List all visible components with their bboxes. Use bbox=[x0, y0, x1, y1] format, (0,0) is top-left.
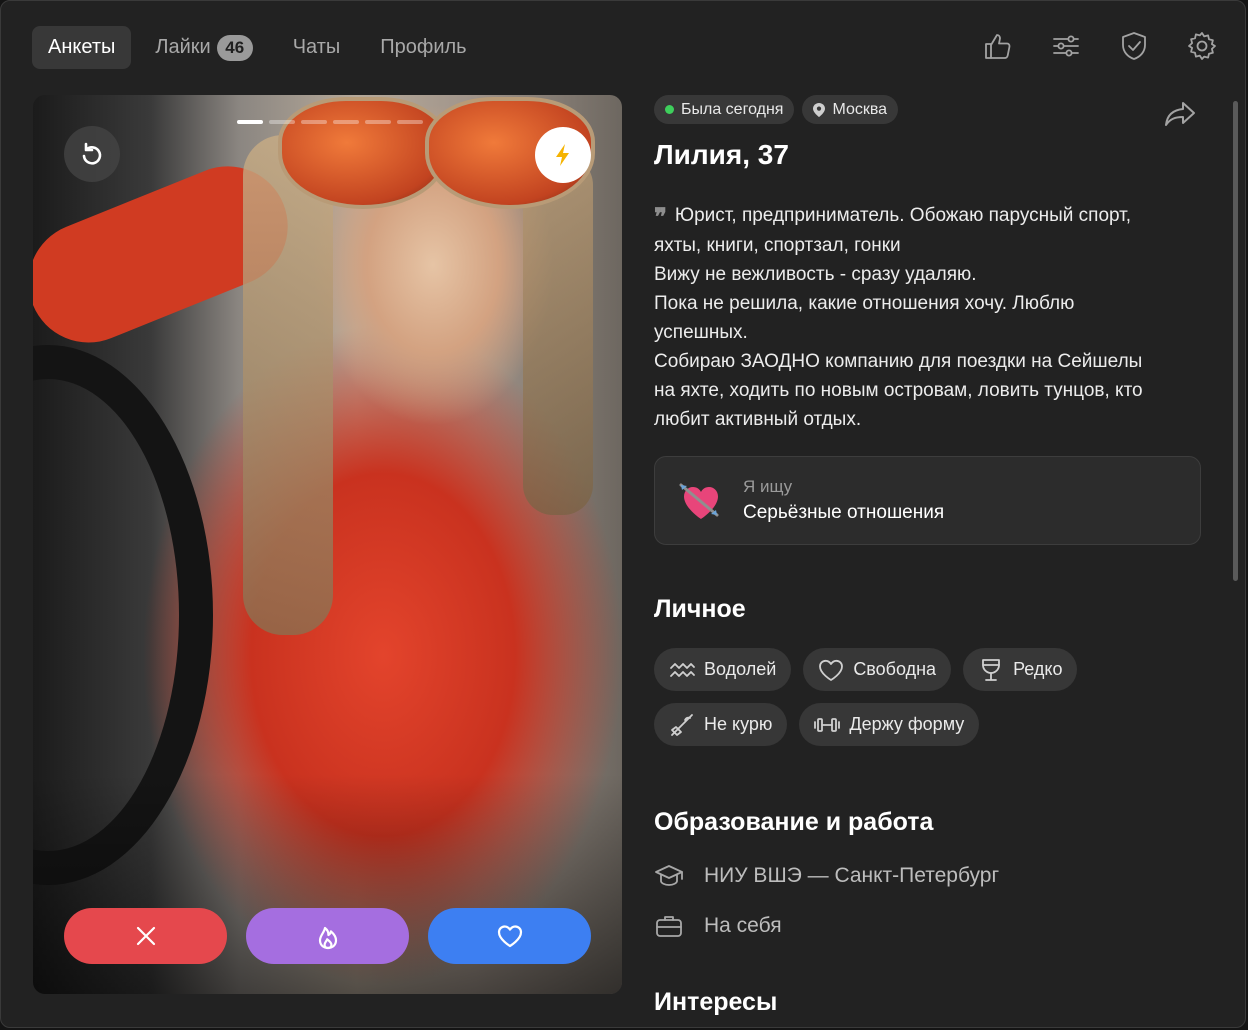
graduation-cap-icon bbox=[655, 865, 683, 886]
tag-zodiac-text: Водолей bbox=[704, 659, 777, 679]
photo-page-dot[interactable] bbox=[269, 120, 295, 124]
close-icon bbox=[136, 926, 155, 946]
flame-icon bbox=[318, 926, 337, 950]
tab-profile[interactable]: Профиль bbox=[364, 26, 482, 69]
top-nav: Анкеты Лайки 46 Чаты Профиль bbox=[32, 26, 483, 69]
undo-button[interactable] bbox=[64, 126, 120, 182]
looking-for-card: Я ищу Серьёзные отношения bbox=[654, 456, 1201, 545]
status-chips: Была сегодня Москва bbox=[654, 95, 1214, 124]
work-text: На себя bbox=[704, 914, 782, 937]
about-line-5: успешных. bbox=[654, 322, 748, 343]
tag-smoking-text: Не курю bbox=[704, 714, 773, 734]
about-line-4: Пока не решила, какие отношения хочу. Лю… bbox=[654, 293, 1075, 314]
wine-glass-icon bbox=[982, 658, 1000, 681]
boost-button[interactable] bbox=[535, 127, 591, 183]
photo-page-dot[interactable] bbox=[237, 120, 263, 124]
super-like-button[interactable] bbox=[246, 908, 409, 964]
photo-sunglass-left bbox=[278, 97, 448, 209]
tag-relationship: Свободна bbox=[803, 648, 952, 691]
heart-icon bbox=[497, 925, 522, 948]
tag-fitness: Держу форму bbox=[799, 703, 980, 746]
about-line-8: любит активный отдых. bbox=[654, 409, 862, 430]
personal-section-title: Личное bbox=[654, 595, 746, 623]
about-line-6: Собираю ЗАОДНО компанию для поездки на С… bbox=[654, 351, 1143, 372]
nav-icon-group bbox=[979, 27, 1221, 65]
heart-outline-icon bbox=[819, 659, 844, 681]
share-button[interactable] bbox=[1163, 99, 1197, 129]
lightning-icon bbox=[556, 144, 569, 166]
education-row: НИУ ВШЭ — Санкт-Петербург bbox=[654, 861, 999, 891]
aquarius-icon bbox=[670, 662, 695, 677]
personal-tags: Водолей Свободна Редко Не курю Держу фор… bbox=[654, 648, 1214, 746]
about-line-1: ❞ Юрист, предприниматель. Обожаю парусный… bbox=[654, 201, 1204, 231]
photo-page-dot[interactable] bbox=[301, 120, 327, 124]
profile-name-age: Лилия, 37 bbox=[654, 139, 789, 170]
about-line-3: Вижу не вежливость - сразу удаляю. bbox=[654, 264, 977, 285]
tag-smoking: Не курю bbox=[654, 703, 788, 746]
photo-pagination bbox=[237, 120, 423, 124]
photo-hair-right bbox=[523, 155, 593, 515]
share-icon bbox=[1165, 102, 1195, 126]
tab-profiles-label: Анкеты bbox=[48, 36, 116, 58]
gear-icon[interactable] bbox=[1183, 27, 1221, 65]
about-text: ❞ Юрист, предприниматель. Обожаю парусный… bbox=[654, 201, 1204, 434]
looking-for-value: Серьёзные отношения bbox=[743, 502, 945, 523]
likes-count-badge: 46 bbox=[216, 34, 253, 61]
tag-zodiac: Водолей bbox=[654, 648, 792, 691]
tab-likes[interactable]: Лайки 46 bbox=[139, 26, 268, 69]
like-button[interactable] bbox=[428, 908, 591, 964]
tag-drinking: Редко bbox=[963, 648, 1078, 691]
online-status-text: Была сегодня bbox=[681, 100, 784, 118]
dislike-button[interactable] bbox=[64, 908, 227, 964]
photo-page-dot[interactable] bbox=[365, 120, 391, 124]
tag-fitness-text: Держу форму bbox=[849, 714, 965, 734]
tab-profiles[interactable]: Анкеты bbox=[32, 26, 132, 69]
online-status-chip: Была сегодня bbox=[654, 95, 795, 124]
dumbbell-icon bbox=[814, 717, 841, 732]
profile-details: Была сегодня Москва bbox=[654, 95, 1214, 124]
tab-likes-label: Лайки bbox=[155, 36, 211, 58]
tab-chats-label: Чаты bbox=[292, 36, 341, 58]
thumbs-up-icon[interactable] bbox=[979, 27, 1017, 65]
filters-icon[interactable] bbox=[1047, 27, 1085, 65]
city-chip: Москва bbox=[802, 95, 899, 124]
education-text: НИУ ВШЭ — Санкт-Петербург bbox=[704, 864, 1000, 887]
heart-arrow-icon bbox=[679, 483, 719, 519]
tab-chats[interactable]: Чаты bbox=[277, 26, 357, 69]
no-smoking-icon bbox=[671, 713, 693, 736]
photo-page-dot[interactable] bbox=[397, 120, 423, 124]
swipe-actions bbox=[64, 908, 591, 964]
tab-profile-label: Профиль bbox=[380, 36, 467, 58]
quote-icon: ❞ bbox=[654, 202, 667, 231]
about-line-1-text: Юрист, предприниматель. Обожаю парусный … bbox=[674, 205, 1132, 226]
details-scrollbar[interactable] bbox=[1233, 101, 1238, 581]
city-text: Москва bbox=[832, 100, 888, 118]
tag-drinking-text: Редко bbox=[1013, 659, 1063, 679]
undo-icon bbox=[82, 142, 102, 165]
photo-hair-left bbox=[243, 135, 333, 635]
profile-photo[interactable] bbox=[33, 95, 622, 994]
app-window: Анкеты Лайки 46 Чаты Профиль Была сегодн… bbox=[0, 0, 1246, 1028]
about-line-2: яхты, книги, спортзал, гонки bbox=[654, 235, 901, 256]
education-work-section-title: Образование и работа bbox=[654, 808, 934, 836]
interests-section-title: Интересы bbox=[654, 988, 778, 1016]
tag-relationship-text: Свободна bbox=[853, 659, 937, 679]
briefcase-icon bbox=[656, 916, 682, 937]
photo-page-dot[interactable] bbox=[333, 120, 359, 124]
shield-check-icon[interactable] bbox=[1115, 27, 1153, 65]
about-line-7: на яхте, ходить по новым островам, ловит… bbox=[654, 380, 1143, 401]
location-pin-icon bbox=[813, 102, 826, 117]
work-row: На себя bbox=[654, 911, 782, 941]
looking-for-label: Я ищу bbox=[743, 477, 793, 496]
online-dot-icon bbox=[665, 105, 674, 114]
